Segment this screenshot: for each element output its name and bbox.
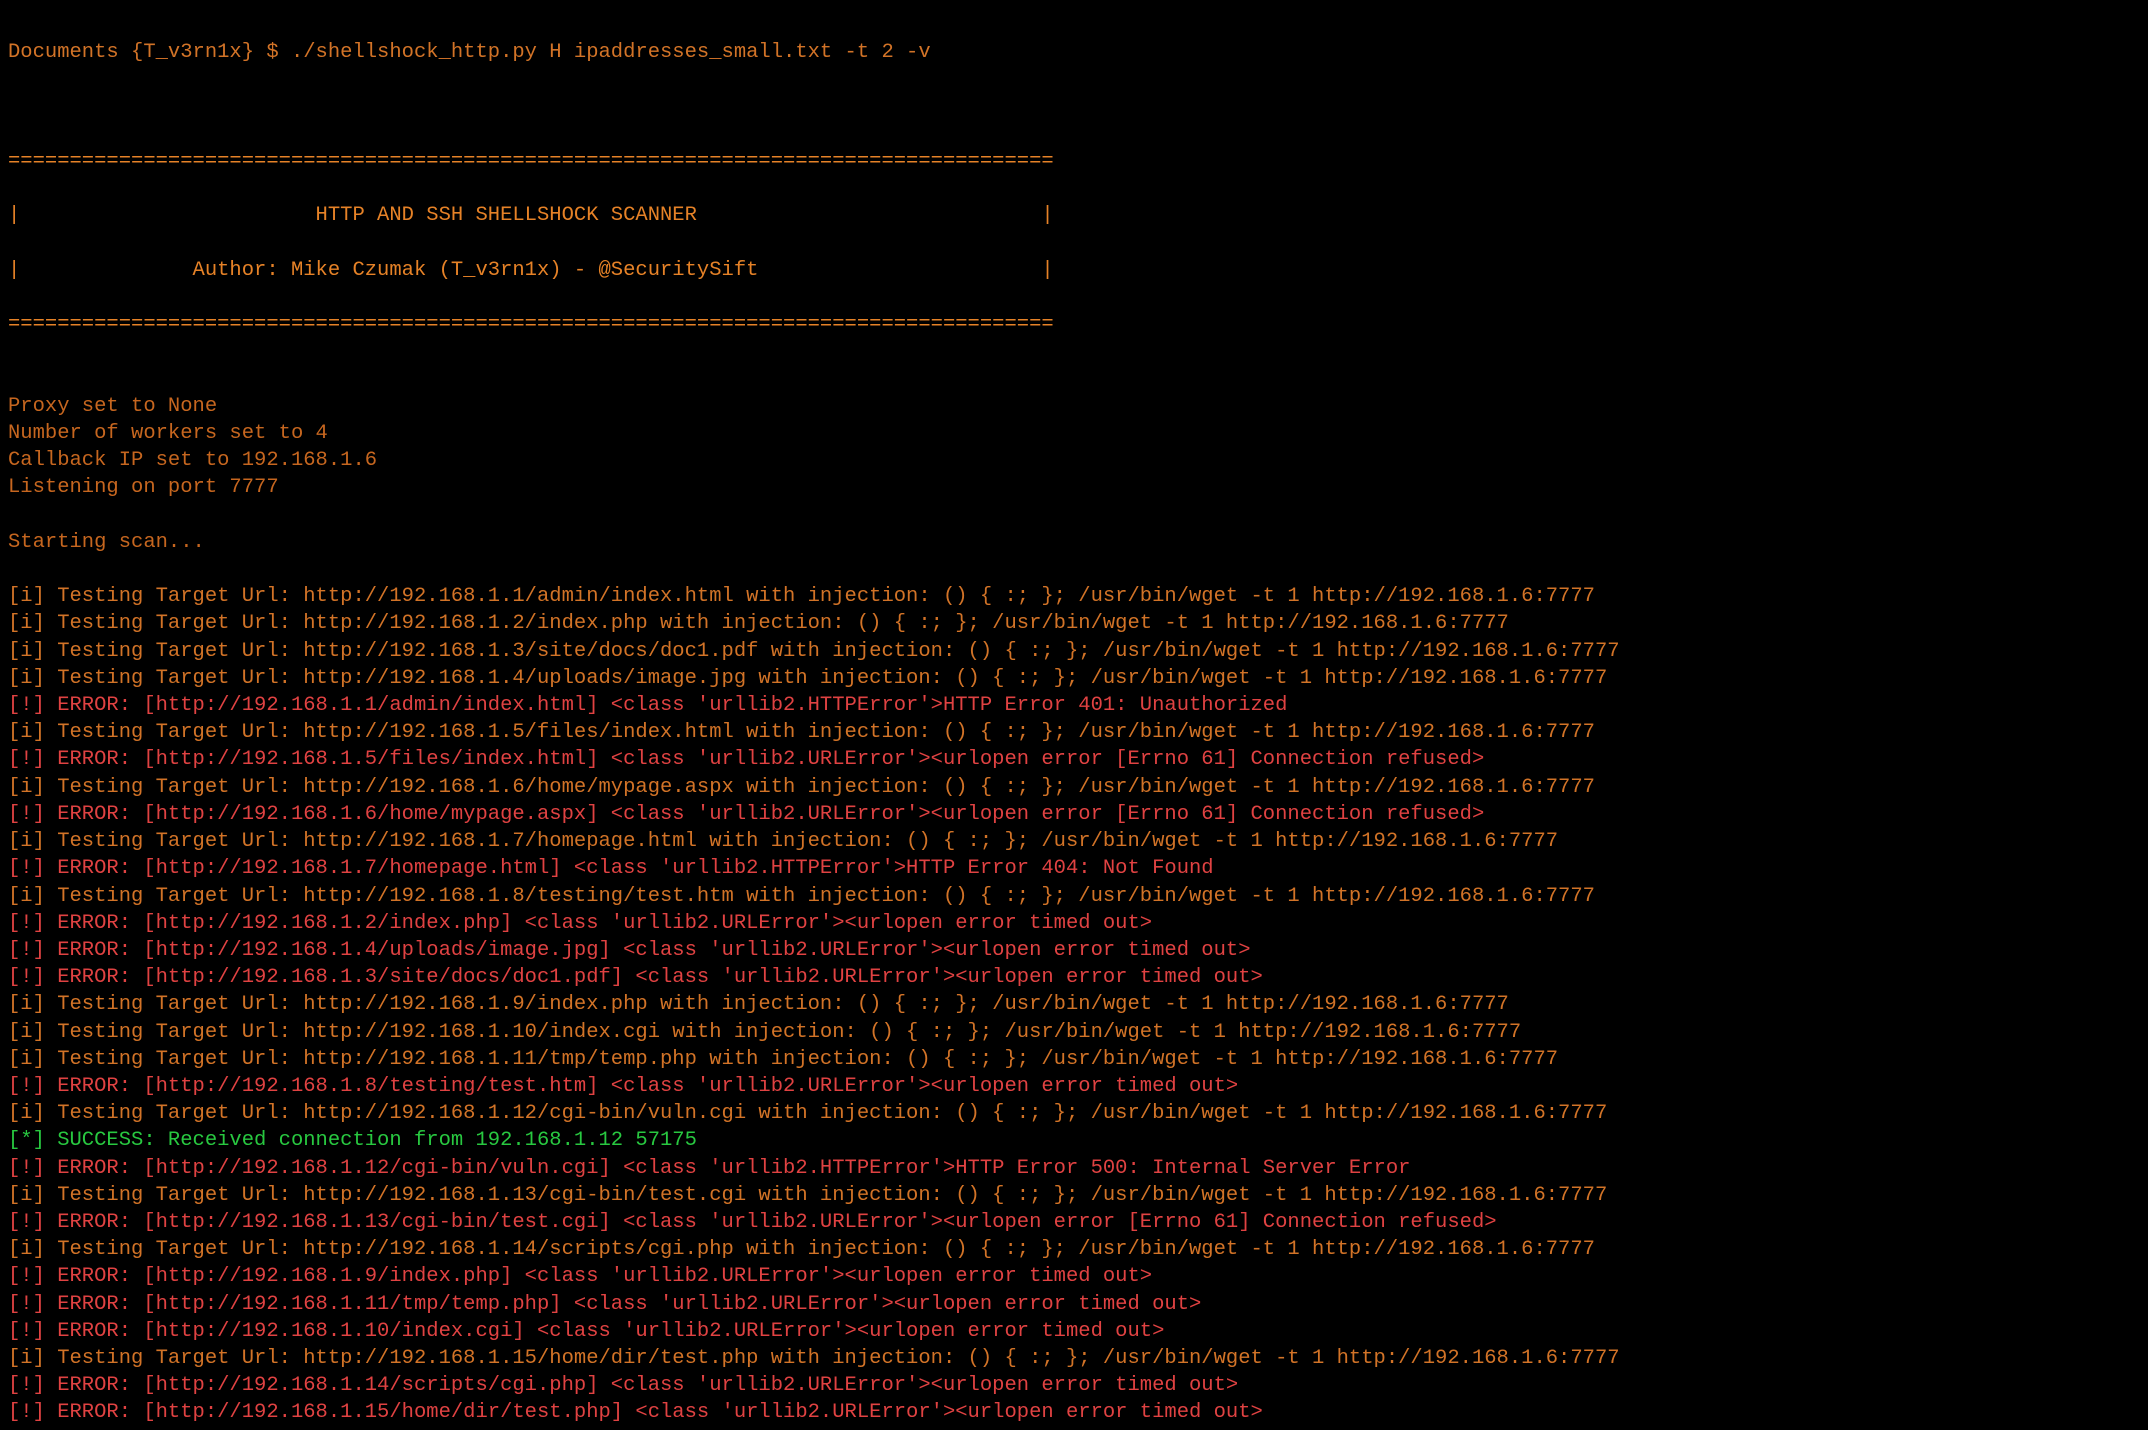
shell-prompt: Documents {T_v3rn1x} $ ./shellshock_http… [8,41,931,64]
scan-line-info: [i] Testing Target Url: http://192.168.1… [8,1238,1595,1261]
banner-border-bottom: ========================================… [8,313,1054,336]
banner-border-top: ========================================… [8,150,1054,173]
scan-output: [i] Testing Target Url: http://192.168.1… [8,585,1620,1424]
scan-line-error: [!] ERROR: [http://192.168.1.11/tmp/temp… [8,1293,1201,1316]
scan-line-info: [i] Testing Target Url: http://192.168.1… [8,993,1509,1016]
scan-line-error: [!] ERROR: [http://192.168.1.1/admin/ind… [8,694,1287,717]
scan-line-success: [*] SUCCESS: Received connection from 19… [8,1129,697,1152]
scan-line-error: [!] ERROR: [http://192.168.1.3/site/docs… [8,966,1263,989]
scan-line-info: [i] Testing Target Url: http://192.168.1… [8,1021,1521,1044]
scan-line-info: [i] Testing Target Url: http://192.168.1… [8,612,1509,635]
scan-line-error: [!] ERROR: [http://192.168.1.8/testing/t… [8,1075,1238,1098]
scan-line-info: [i] Testing Target Url: http://192.168.1… [8,721,1595,744]
scan-line-info: [i] Testing Target Url: http://192.168.1… [8,1347,1620,1370]
scan-line-info: [i] Testing Target Url: http://192.168.1… [8,830,1558,853]
scan-line-info: [i] Testing Target Url: http://192.168.1… [8,667,1607,690]
scan-line-error: [!] ERROR: [http://192.168.1.9/index.php… [8,1265,1152,1288]
scan-line-error: [!] ERROR: [http://192.168.1.13/cgi-bin/… [8,1211,1497,1234]
banner-line-1: | HTTP AND SSH SHELLSHOCK SCANNER | [8,204,1054,227]
scan-line-info: [i] Testing Target Url: http://192.168.1… [8,1102,1607,1125]
scan-line-error: [!] ERROR: [http://192.168.1.14/scripts/… [8,1374,1238,1397]
scan-line-info: [i] Testing Target Url: http://192.168.1… [8,585,1595,608]
banner-line-2: | Author: Mike Czumak (T_v3rn1x) - @Secu… [8,259,1054,282]
scan-line-info: [i] Testing Target Url: http://192.168.1… [8,640,1620,663]
scan-line-error: [!] ERROR: [http://192.168.1.4/uploads/i… [8,939,1251,962]
scan-line-error: [!] ERROR: [http://192.168.1.15/home/dir… [8,1401,1263,1424]
scan-line-info: [i] Testing Target Url: http://192.168.1… [8,776,1595,799]
setup-block: Proxy set to None Number of workers set … [8,395,377,554]
scan-line-error: [!] ERROR: [http://192.168.1.2/index.php… [8,912,1152,935]
scan-line-error: [!] ERROR: [http://192.168.1.10/index.cg… [8,1320,1164,1343]
scan-line-info: [i] Testing Target Url: http://192.168.1… [8,885,1595,908]
scan-line-error: [!] ERROR: [http://192.168.1.7/homepage.… [8,857,1214,880]
terminal-output[interactable]: Documents {T_v3rn1x} $ ./shellshock_http… [0,0,2148,1430]
scan-line-error: [!] ERROR: [http://192.168.1.12/cgi-bin/… [8,1157,1410,1180]
scan-line-error: [!] ERROR: [http://192.168.1.6/home/mypa… [8,803,1484,826]
scan-line-info: [i] Testing Target Url: http://192.168.1… [8,1048,1558,1071]
scan-line-error: [!] ERROR: [http://192.168.1.5/files/ind… [8,748,1484,771]
scan-line-info: [i] Testing Target Url: http://192.168.1… [8,1184,1607,1207]
